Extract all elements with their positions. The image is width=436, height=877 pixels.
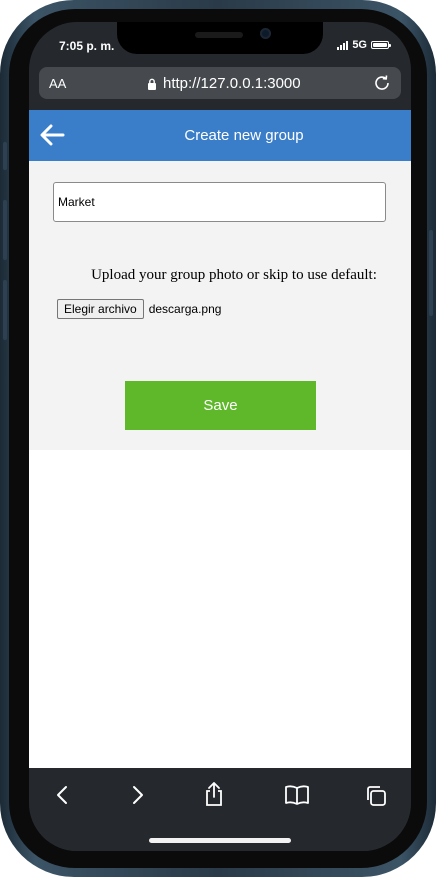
phone-frame: 7:05 p. m. 5G AA http://127.0.0.1:3000 C… xyxy=(0,0,436,877)
share-icon xyxy=(206,782,222,806)
choose-file-button[interactable]: Elegir archivo xyxy=(57,299,144,319)
url-display[interactable]: http://127.0.0.1:3000 xyxy=(147,75,301,92)
text-size-button[interactable]: AA xyxy=(49,76,66,91)
reload-icon xyxy=(375,75,389,90)
battery-icon xyxy=(371,41,391,49)
toolbar-back-button[interactable] xyxy=(53,784,73,811)
network-type: 5G xyxy=(352,39,367,51)
save-button[interactable]: Save xyxy=(125,381,316,430)
back-icon xyxy=(57,786,67,804)
text-size-label: AA xyxy=(49,76,67,91)
forward-icon xyxy=(133,786,143,804)
tabs-icon xyxy=(367,786,386,806)
browser-toolbar xyxy=(29,768,411,851)
web-page: Create new group Upload your group photo… xyxy=(29,110,411,768)
chosen-file-name: descarga.png xyxy=(148,302,222,316)
reload-button[interactable] xyxy=(371,72,393,99)
group-name-input[interactable] xyxy=(53,182,386,222)
toolbar-share-button[interactable] xyxy=(202,781,226,812)
create-group-form: Upload your group photo or skip to use d… xyxy=(29,161,411,450)
page-title: Create new group xyxy=(184,127,304,144)
upload-instructions: Upload your group photo or skip to use d… xyxy=(91,267,377,283)
toolbar-forward-button[interactable] xyxy=(127,784,147,811)
home-indicator[interactable] xyxy=(149,838,291,843)
screen: 7:05 p. m. 5G AA http://127.0.0.1:3000 C… xyxy=(29,22,411,851)
volume-up-button xyxy=(3,200,7,260)
toolbar-bookmarks-button[interactable] xyxy=(283,784,311,811)
volume-down-button xyxy=(3,280,7,340)
status-indicators: 5G xyxy=(337,39,391,51)
file-picker: Elegir archivo descarga.png xyxy=(57,299,221,319)
app-header: Create new group xyxy=(29,110,411,161)
bookmarks-icon xyxy=(285,785,309,805)
speaker xyxy=(195,32,243,38)
lock-icon xyxy=(148,78,156,90)
silent-switch xyxy=(3,142,7,170)
status-time: 7:05 p. m. xyxy=(59,39,115,53)
url-text: http://127.0.0.1:3000 xyxy=(163,75,301,92)
camera-icon xyxy=(260,28,271,39)
power-button xyxy=(429,230,433,316)
notch xyxy=(117,22,323,54)
address-bar[interactable]: AA http://127.0.0.1:3000 xyxy=(39,67,401,99)
toolbar-tabs-button[interactable] xyxy=(364,784,388,813)
signal-icon xyxy=(337,40,349,50)
